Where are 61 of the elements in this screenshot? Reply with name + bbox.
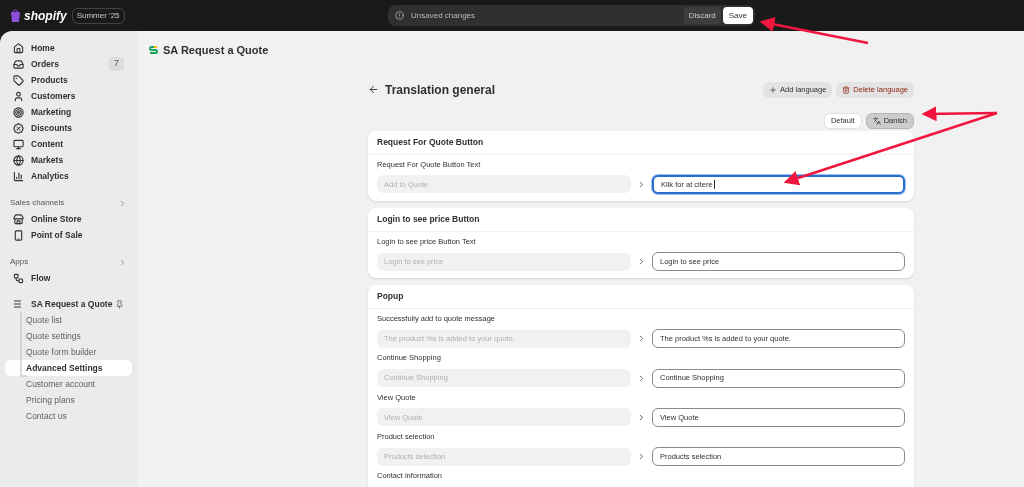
count-badge: 7 <box>109 57 124 71</box>
chevron-right-icon <box>637 412 646 422</box>
chevron-right-icon <box>637 179 646 189</box>
section-heading: Apps <box>10 256 29 268</box>
card-title: Login to see price Button <box>377 212 480 226</box>
sidebar-item[interactable]: SA Request a Quote <box>31 297 115 311</box>
sidebar-subitem[interactable]: Advanced Settings <box>5 360 132 376</box>
translate-icon <box>872 116 881 125</box>
sidebar-subitem[interactable]: Contact us <box>5 408 132 424</box>
tree-line-icon <box>20 312 28 380</box>
nav-icon <box>13 272 24 284</box>
pin-icon[interactable] <box>115 299 124 309</box>
nav-icon <box>13 138 24 150</box>
chevron-right-icon <box>637 257 646 266</box>
sidebar-item[interactable]: Marketing <box>5 104 132 120</box>
nav-icon <box>13 74 24 86</box>
chevron-right-icon[interactable] <box>118 198 127 208</box>
card-title: Popup <box>377 290 404 303</box>
trash-icon <box>842 85 851 94</box>
sidebar-item[interactable]: Analytics <box>5 168 132 184</box>
shopping-bag-icon <box>10 9 21 22</box>
sidebar-subitem[interactable]: Quote form builder <box>5 344 132 360</box>
nav-icon <box>13 170 24 182</box>
brand-logo: shopify <box>24 7 67 25</box>
sidebar-item[interactable]: Products <box>5 72 132 88</box>
sidebar-item[interactable]: Flow <box>5 270 132 286</box>
nav-icon <box>13 42 24 54</box>
sidebar-item[interactable]: Customers <box>5 88 132 104</box>
sidebar-item[interactable]: Content <box>5 136 132 152</box>
sidebar-item[interactable]: Home <box>5 40 132 56</box>
nav-icon <box>13 58 24 70</box>
discard-button[interactable]: Discard <box>683 7 721 24</box>
page-title: Translation general <box>385 81 497 99</box>
nav-icon <box>13 229 24 241</box>
alert-icon <box>395 11 404 20</box>
save-button[interactable]: Save <box>722 7 753 24</box>
nav-icon <box>13 106 24 118</box>
nav-icon <box>13 122 24 134</box>
chevron-right-icon <box>637 334 646 344</box>
section-heading: Sales channels <box>10 197 65 209</box>
nav-icon <box>13 90 24 102</box>
sidebar-subitem[interactable]: Customer account <box>5 376 132 392</box>
back-arrow-icon[interactable] <box>368 84 379 95</box>
sidebar-item[interactable]: Discounts <box>5 120 132 136</box>
sidebar-subitem[interactable]: Quote settings <box>5 328 132 344</box>
sidebar-subitem[interactable]: Pricing plans <box>5 392 132 408</box>
app-title: SA Request a Quote <box>163 43 269 58</box>
plus-icon <box>769 85 778 94</box>
sidebar-subitem[interactable]: Quote list <box>5 312 132 328</box>
chevron-right-icon[interactable] <box>118 257 127 267</box>
nav-icon <box>13 154 24 166</box>
edition-badge: Summer '25 <box>71 7 125 24</box>
sidebar-item[interactable]: Online Store <box>5 211 132 227</box>
sidebar-item[interactable]: Markets <box>5 152 132 168</box>
sidebar-item[interactable]: Point of Sale <box>5 227 132 243</box>
unsaved-message: Unsaved changes <box>411 9 477 22</box>
nav-icon <box>13 213 24 225</box>
sidebar-item[interactable]: Orders 7 <box>5 56 132 72</box>
chevron-right-icon <box>637 373 646 383</box>
card-title: Request For Quote Button <box>377 135 484 149</box>
chevron-right-icon <box>637 452 646 461</box>
